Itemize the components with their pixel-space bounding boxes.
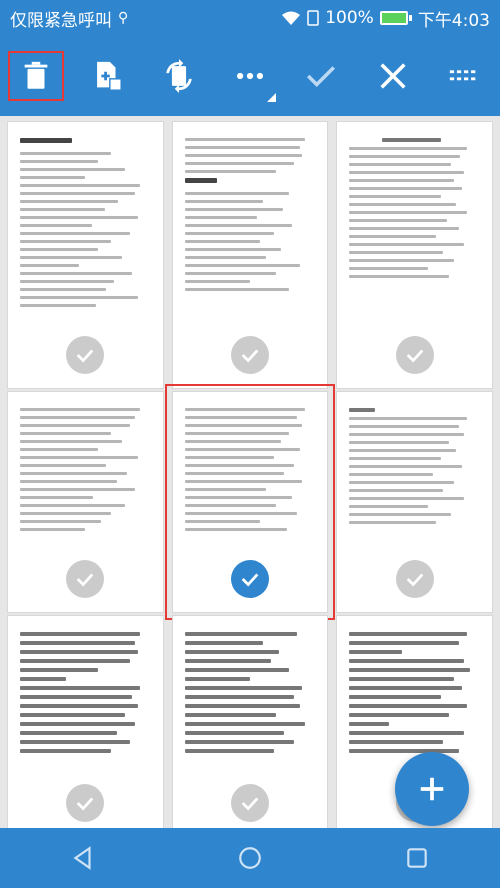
page-check-icon[interactable] (66, 560, 105, 598)
add-page-button[interactable] (71, 36, 142, 116)
page-check-icon[interactable] (395, 336, 434, 374)
nav-back-button[interactable] (53, 828, 113, 888)
grid-dots-icon (450, 70, 476, 81)
page-thumbnail-grid (0, 116, 500, 828)
status-bar: 仅限紧急呼叫 ⚲ 100% 下午4:03 (0, 0, 500, 36)
plus-icon (420, 777, 444, 801)
close-icon (380, 63, 406, 89)
page-check-icon[interactable] (395, 560, 434, 598)
page-check-icon-selected[interactable] (230, 560, 269, 598)
page-thumbnail-1[interactable] (8, 122, 163, 388)
nav-home-button[interactable] (220, 828, 280, 888)
carrier-text: 仅限紧急呼叫 (10, 10, 112, 31)
page-check-icon[interactable] (66, 784, 105, 822)
more-dots-icon (236, 72, 264, 80)
confirm-button[interactable] (286, 36, 357, 116)
dropdown-indicator-icon (266, 93, 276, 102)
page-thumbnail-4[interactable] (8, 392, 163, 612)
battery-icon (379, 11, 412, 25)
delete-button[interactable] (0, 36, 71, 116)
page-thumbnail-3[interactable] (337, 122, 492, 388)
close-button[interactable] (357, 36, 428, 116)
page-check-icon[interactable] (66, 336, 105, 374)
add-fab-button[interactable] (395, 752, 469, 826)
rotate-icon (165, 59, 192, 93)
back-icon (73, 846, 91, 870)
page-check-icon[interactable] (230, 784, 269, 822)
nav-recent-button[interactable] (387, 828, 447, 888)
toolbar (0, 36, 500, 116)
wifi-icon (282, 11, 301, 25)
clock: 下午4:03 (417, 10, 490, 31)
add-page-icon (97, 61, 122, 91)
more-button[interactable] (214, 36, 285, 116)
page-thumbnail-8[interactable] (172, 616, 328, 828)
rotate-button[interactable] (143, 36, 214, 116)
check-icon (307, 66, 336, 88)
page-thumbnail-5[interactable] (164, 384, 336, 620)
recent-apps-icon (406, 848, 427, 868)
page-thumbnail-7[interactable] (8, 616, 163, 828)
page-check-icon[interactable] (230, 336, 269, 374)
battery-percent: 100% (325, 8, 374, 28)
trash-icon (24, 61, 48, 89)
system-nav-bar (0, 828, 500, 888)
page-thumbnail-2[interactable] (172, 122, 328, 388)
home-icon (239, 847, 261, 869)
grid-view-button[interactable] (429, 36, 500, 116)
sim-icon (307, 10, 319, 26)
page-thumbnail-6[interactable] (337, 392, 492, 612)
usb-icon: ⚲ (118, 10, 129, 26)
